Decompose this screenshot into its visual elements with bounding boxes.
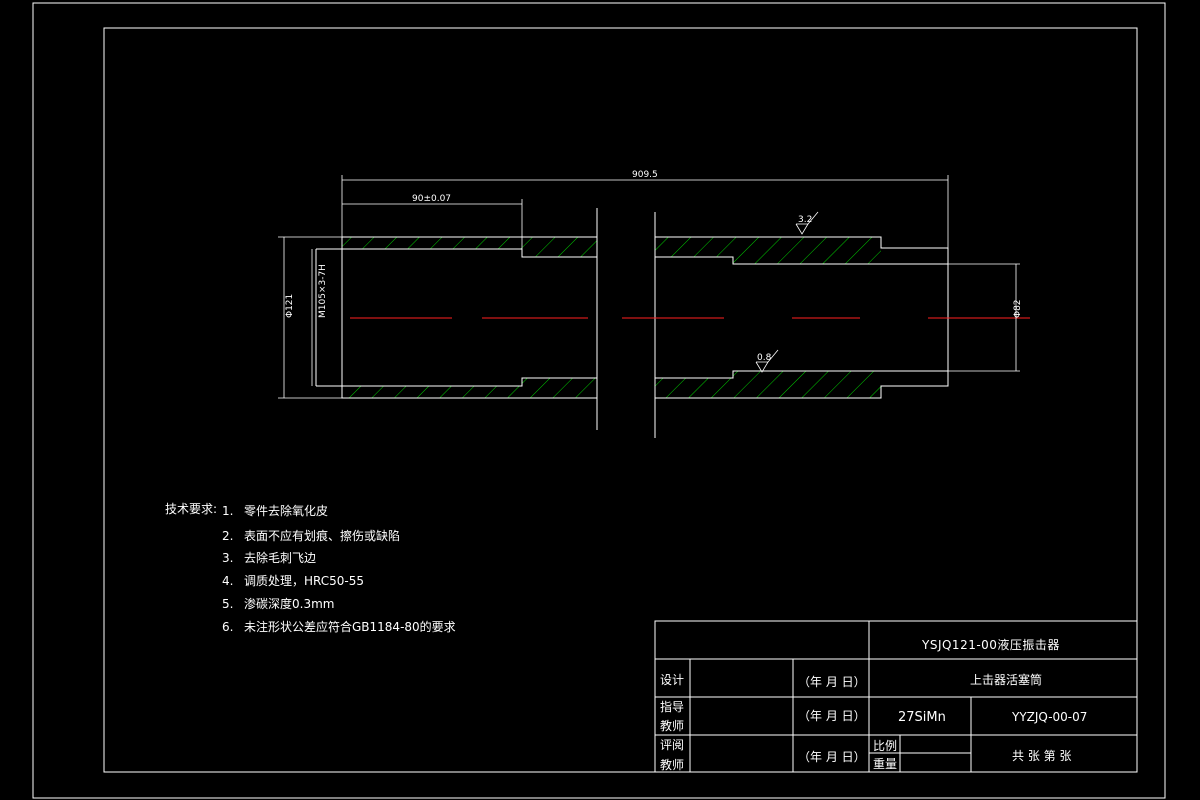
part-name: 上击器活塞筒 — [970, 673, 1043, 687]
date-field: （年 月 日） — [798, 709, 866, 723]
project-title: YSJQ121-00液压振击器 — [922, 638, 1060, 652]
weight-label: 重量 — [873, 757, 898, 771]
dim-bore-length: 90±0.07 — [412, 194, 451, 204]
dimension-lines — [278, 175, 1020, 399]
inner-border — [103, 27, 1138, 773]
note-item: 4. 调质处理，HRC50-55 — [222, 574, 365, 588]
supervisor-label-b: 教师 — [660, 719, 685, 733]
drawing-number: YYZJQ-00-07 — [1012, 710, 1088, 724]
design-label: 设计 — [660, 673, 685, 687]
dim-thread-spec: M105×3-7H — [318, 264, 328, 318]
dim-outer-diameter: Φ121 — [285, 294, 295, 318]
supervisor-label-a: 指导 — [660, 700, 685, 714]
scale-label: 比例 — [873, 739, 898, 753]
sheet-count: 共 张 第 张 — [1012, 749, 1072, 763]
reviewer-label-a: 评阅 — [660, 738, 685, 752]
dim-right-bore: Φ82 — [1013, 299, 1023, 318]
dim-overall-length: 909.5 — [632, 170, 658, 180]
note-item: 3. 去除毛刺飞边 — [222, 551, 317, 565]
note-item: 1. 零件去除氧化皮 — [222, 504, 329, 518]
material: 27SiMn — [898, 710, 946, 725]
roughness-top-value: 3.2 — [798, 215, 812, 225]
note-item: 5. 渗碳深度0.3mm — [222, 597, 335, 611]
note-item: 6. 未注形状公差应符合GB1184-80的要求 — [222, 620, 456, 634]
date-field: （年 月 日） — [798, 675, 866, 689]
note-item: 2. 表面不应有划痕、擦伤或缺陷 — [222, 529, 401, 543]
notes-title: 技术要求: — [165, 502, 218, 516]
roughness-bottom-value: 0.8 — [757, 353, 772, 363]
reviewer-label-b: 教师 — [660, 758, 685, 772]
date-field: （年 月 日） — [798, 750, 866, 764]
